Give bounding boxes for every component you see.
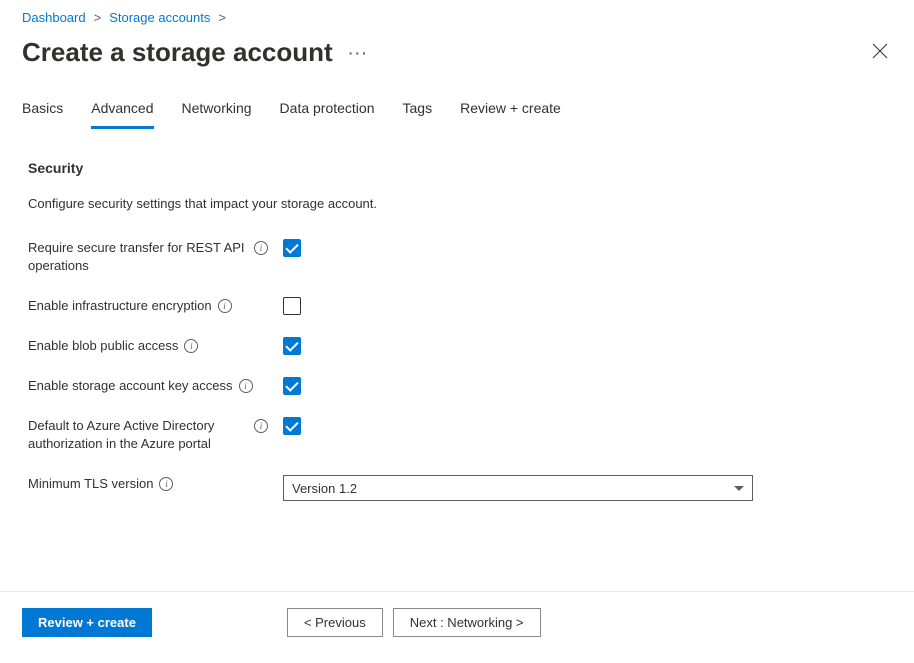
section-heading-security: Security (28, 160, 892, 176)
field-secure-transfer: Require secure transfer for REST API ope… (28, 239, 892, 275)
more-icon[interactable]: ··· (349, 45, 369, 61)
checkbox-secure-transfer[interactable] (283, 239, 301, 257)
page-title: Create a storage account ··· (22, 37, 369, 68)
info-icon[interactable]: i (254, 241, 268, 255)
select-value: Version 1.2 (292, 481, 357, 496)
field-label-text: Enable storage account key access (28, 377, 233, 395)
tab-data-protection[interactable]: Data protection (280, 92, 375, 129)
previous-button[interactable]: < Previous (287, 608, 383, 637)
checkbox-key-access[interactable] (283, 377, 301, 395)
field-infra-encryption: Enable infrastructure encryption i (28, 297, 892, 315)
page-header: Create a storage account ··· (0, 29, 914, 80)
field-label: Enable blob public access i (28, 337, 283, 355)
field-label: Require secure transfer for REST API ope… (28, 239, 283, 275)
close-icon (872, 43, 888, 59)
chevron-right-icon: > (218, 10, 226, 25)
field-label-text: Enable blob public access (28, 337, 178, 355)
info-icon[interactable]: i (159, 477, 173, 491)
tab-networking[interactable]: Networking (182, 92, 252, 129)
field-label: Default to Azure Active Directory author… (28, 417, 283, 453)
breadcrumb-dashboard[interactable]: Dashboard (22, 10, 86, 25)
breadcrumb: Dashboard > Storage accounts > (0, 0, 914, 29)
review-create-button[interactable]: Review + create (22, 608, 152, 637)
field-label: Enable infrastructure encryption i (28, 297, 283, 315)
checkbox-infra-encryption[interactable] (283, 297, 301, 315)
page-title-text: Create a storage account (22, 37, 333, 68)
field-label-text: Minimum TLS version (28, 475, 153, 493)
field-key-access: Enable storage account key access i (28, 377, 892, 395)
checkbox-aad-default[interactable] (283, 417, 301, 435)
chevron-right-icon: > (94, 10, 102, 25)
content-area[interactable]: Security Configure security settings tha… (0, 130, 914, 580)
wizard-footer: Review + create < Previous Next : Networ… (0, 591, 914, 663)
select-tls-version[interactable]: Version 1.2 (283, 475, 753, 501)
info-icon[interactable]: i (184, 339, 198, 353)
field-tls-version: Minimum TLS version i Version 1.2 (28, 475, 892, 501)
field-blob-public: Enable blob public access i (28, 337, 892, 355)
field-label-text: Default to Azure Active Directory author… (28, 417, 248, 453)
field-label: Enable storage account key access i (28, 377, 283, 395)
info-icon[interactable]: i (254, 419, 268, 433)
next-button[interactable]: Next : Networking > (393, 608, 541, 637)
field-aad-default: Default to Azure Active Directory author… (28, 417, 892, 453)
checkbox-blob-public[interactable] (283, 337, 301, 355)
tab-tags[interactable]: Tags (403, 92, 433, 129)
tab-basics[interactable]: Basics (22, 92, 63, 129)
close-button[interactable] (868, 39, 892, 66)
info-icon[interactable]: i (239, 379, 253, 393)
field-label-text: Require secure transfer for REST API ope… (28, 239, 248, 275)
tab-review-create[interactable]: Review + create (460, 92, 561, 129)
chevron-down-icon (734, 486, 744, 491)
tab-advanced[interactable]: Advanced (91, 92, 153, 129)
field-label-text: Enable infrastructure encryption (28, 297, 212, 315)
info-icon[interactable]: i (218, 299, 232, 313)
tab-bar: Basics Advanced Networking Data protecti… (0, 80, 914, 130)
field-label: Minimum TLS version i (28, 475, 283, 493)
section-description: Configure security settings that impact … (28, 196, 892, 211)
breadcrumb-storage-accounts[interactable]: Storage accounts (109, 10, 210, 25)
